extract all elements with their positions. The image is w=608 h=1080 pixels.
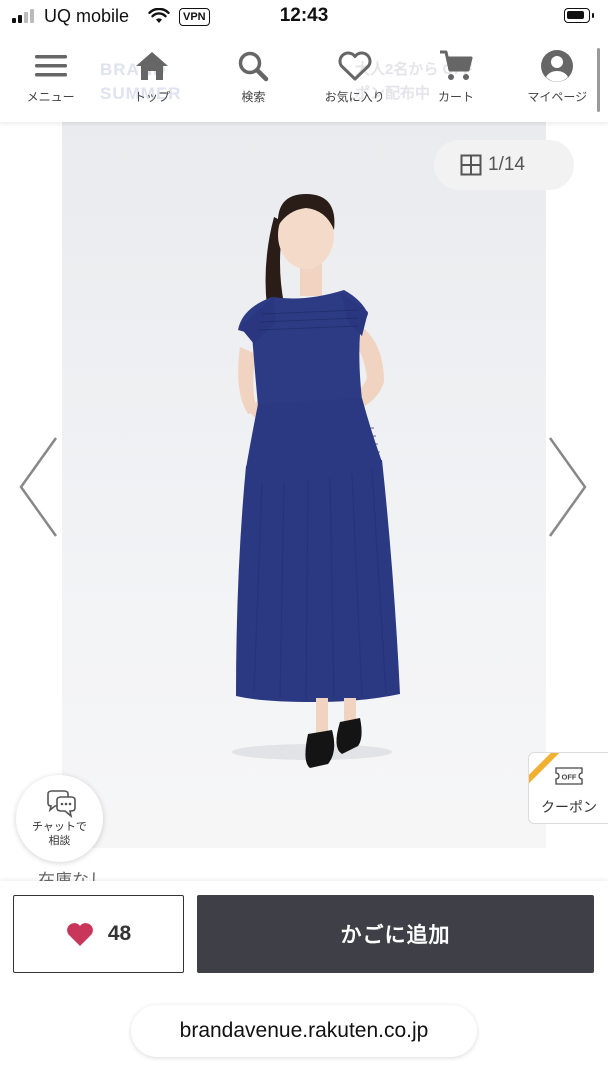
- nav-top-label: トップ: [133, 90, 170, 104]
- model-wearing-dress-illustration: [232, 194, 400, 768]
- coupon-button[interactable]: OFF クーポン: [528, 752, 608, 824]
- battery-icon: [564, 8, 594, 23]
- heart-icon: [337, 48, 373, 84]
- status-time: 12:43: [279, 5, 329, 26]
- nav-favorites-label: お気に入り: [324, 90, 385, 104]
- nav-search-label: 検索: [241, 90, 266, 104]
- chat-consult-button[interactable]: チャットで 相談: [16, 775, 103, 862]
- top-navigation: BRAND SUMMER 大人2名から OFF ポン配布中 メニュー トップ 検…: [0, 36, 608, 122]
- menu-icon: [33, 48, 69, 84]
- status-bar: UQ mobile VPN 12:43: [0, 0, 608, 36]
- image-counter-button[interactable]: 1/14: [434, 140, 574, 190]
- nav-favorites[interactable]: お気に入り: [304, 36, 405, 122]
- scrollbar[interactable]: [597, 48, 600, 112]
- add-to-cart-button[interactable]: かごに追加: [197, 895, 594, 973]
- search-icon: [235, 48, 271, 84]
- previous-image-arrow-icon[interactable]: [18, 436, 58, 538]
- heart-filled-icon: [66, 922, 93, 946]
- chat-bubble-icon: [46, 789, 76, 818]
- nav-cart-label: カート: [437, 90, 474, 104]
- nav-mypage[interactable]: マイページ: [507, 36, 608, 122]
- cart-icon: [438, 48, 474, 84]
- favorite-button[interactable]: 48: [13, 895, 184, 973]
- bottom-action-bar: 48 かごに追加: [0, 881, 608, 991]
- image-counter: 1/14: [488, 154, 525, 175]
- favorite-count: 48: [107, 922, 132, 945]
- coupon-ticket-icon: OFF: [555, 767, 583, 785]
- nav-menu-label: メニュー: [26, 90, 75, 104]
- home-icon: [134, 48, 170, 84]
- nav-cart[interactable]: カート: [405, 36, 506, 122]
- nav-mypage-label: マイページ: [527, 90, 588, 104]
- nav-menu[interactable]: メニュー: [0, 36, 101, 122]
- chat-label: チャットで 相談: [32, 820, 87, 847]
- nav-search[interactable]: 検索: [203, 36, 304, 122]
- nav-top[interactable]: トップ: [101, 36, 202, 122]
- next-image-arrow-icon[interactable]: [548, 436, 588, 538]
- url-bar[interactable]: brandavenue.rakuten.co.jp: [131, 1005, 477, 1057]
- svg-text:OFF: OFF: [562, 773, 577, 782]
- product-image[interactable]: [62, 122, 546, 848]
- coupon-label: クーポン: [541, 799, 597, 815]
- browser-bottom-bar: brandavenue.rakuten.co.jp: [0, 991, 608, 1080]
- user-icon: [539, 48, 575, 84]
- grid-icon: [460, 154, 482, 176]
